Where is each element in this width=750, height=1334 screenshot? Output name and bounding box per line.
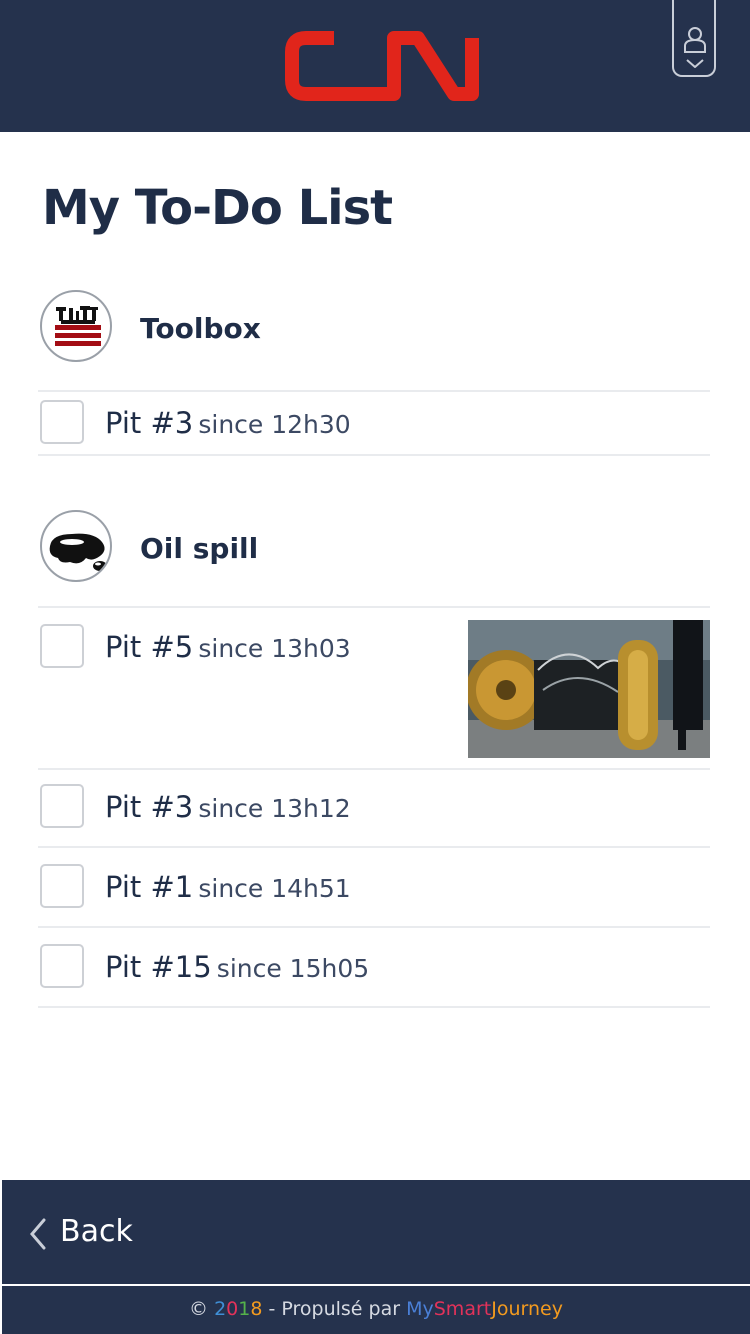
year-digit: 2: [214, 1298, 227, 1320]
oil-spill-icon: [40, 510, 112, 582]
todo-item-text: Pit #15 since 15h05: [105, 950, 369, 984]
app-header: [0, 0, 750, 132]
section-toolbox-header: Toolbox: [40, 290, 712, 366]
user-menu-button[interactable]: [672, 0, 716, 77]
since-time: since 15h05: [216, 954, 370, 983]
toolbox-icon: [40, 290, 112, 362]
user-icon: [684, 27, 706, 68]
back-button[interactable]: Back: [28, 1210, 168, 1256]
copyright-bar: © 2018 - Propulsé par MySmartJourney: [2, 1286, 750, 1334]
pit-label: Pit #1: [105, 870, 194, 904]
divider: [38, 1006, 710, 1008]
cn-logo-graphic: [285, 31, 479, 101]
todo-checkbox[interactable]: [40, 944, 84, 988]
brand-link-part[interactable]: Smart: [434, 1298, 491, 1320]
since-time: since 12h30: [198, 410, 351, 439]
todo-item[interactable]: Pit #1 since 14h51: [38, 848, 710, 926]
todo-item[interactable]: Pit #3 since 13h12: [38, 770, 710, 846]
footer-nav: Back: [2, 1180, 750, 1284]
powered-by-text: - Propulsé par: [262, 1298, 407, 1320]
todo-checkbox[interactable]: [40, 624, 84, 668]
todo-item[interactable]: Pit #3 since 12h30: [38, 392, 710, 454]
pit-label: Pit #15: [105, 950, 212, 984]
year-digit: 0: [226, 1298, 239, 1320]
pit-label: Pit #5: [105, 630, 194, 664]
back-label: Back: [60, 1214, 133, 1249]
todo-checkbox[interactable]: [40, 864, 84, 908]
todo-item-text: Pit #3 since 12h30: [105, 406, 351, 440]
todo-item-text: Pit #5 since 13h03: [105, 630, 351, 664]
todo-item-text: Pit #3 since 13h12: [105, 790, 351, 824]
divider: [38, 454, 710, 456]
locomotive-wheelset-photo[interactable]: [468, 620, 710, 758]
copyright-symbol: ©: [189, 1298, 209, 1320]
chevron-left-icon: [30, 1218, 46, 1250]
section-title: Toolbox: [140, 312, 261, 345]
section-title: Oil spill: [140, 532, 259, 565]
todo-item-text: Pit #1 since 14h51: [105, 870, 351, 904]
since-time: since 13h12: [198, 794, 351, 823]
todo-item[interactable]: Pit #15 since 15h05: [38, 928, 710, 1006]
year-digit: 1: [238, 1298, 251, 1320]
todo-checkbox[interactable]: [40, 784, 84, 828]
page-title: My To-Do List: [42, 180, 393, 236]
todo-checkbox[interactable]: [40, 400, 84, 444]
chevron-down-icon: [686, 59, 704, 68]
pit-label: Pit #3: [105, 406, 194, 440]
pit-label: Pit #3: [105, 790, 194, 824]
brand-link-part[interactable]: My: [406, 1298, 434, 1320]
todo-item[interactable]: Pit #5 since 13h03: [38, 606, 710, 768]
brand-link-part[interactable]: Journey: [491, 1298, 563, 1320]
section-oil-spill-header: Oil spill: [40, 510, 712, 586]
since-time: since 13h03: [198, 634, 351, 663]
year-digit: 8: [250, 1298, 263, 1320]
cn-logo[interactable]: [284, 30, 482, 102]
since-time: since 14h51: [198, 874, 351, 903]
